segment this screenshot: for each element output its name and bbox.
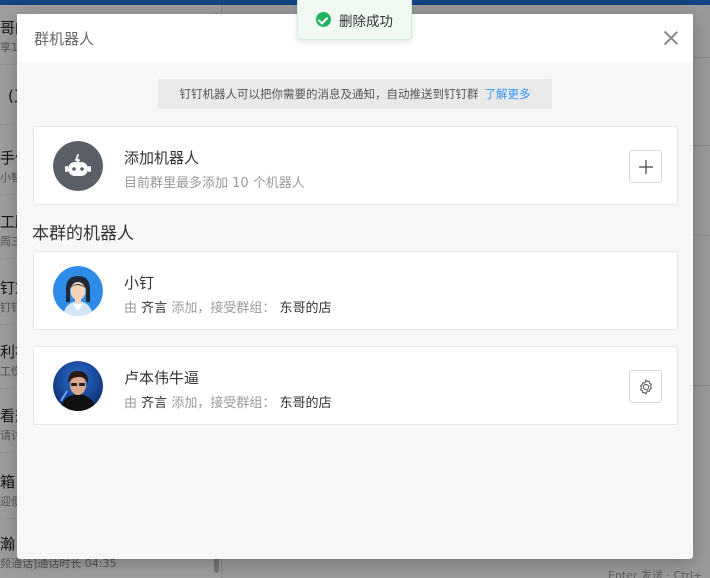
- toast-message: 删除成功: [339, 13, 393, 30]
- dialog-title: 群机器人: [34, 30, 95, 48]
- robot-name: 卢本伟牛逼: [124, 369, 200, 387]
- close-icon[interactable]: [661, 28, 681, 48]
- group-robot-dialog: 群机器人 钉钉机器人可以把你需要的消息及通知，自动推送到钉钉群 了解更多 添加机器…: [17, 14, 693, 559]
- robot-name: 小钉: [124, 274, 155, 292]
- robot-info: 由 齐言 添加，接受群组： 东哥的店: [124, 392, 331, 411]
- robot-by-label: 由: [124, 396, 138, 411]
- robot-settings-button[interactable]: [629, 370, 662, 403]
- add-robot-title: 添加机器人: [124, 149, 200, 167]
- robot-added-by: 齐言: [141, 301, 168, 316]
- robot-info: 由 齐言 添加，接受群组： 东哥的店: [124, 297, 331, 316]
- robot-group: 东哥的店: [279, 301, 332, 316]
- notice-text: 钉钉机器人可以把你需要的消息及通知，自动推送到钉钉群: [179, 87, 479, 101]
- section-title: 本群的机器人: [32, 224, 134, 244]
- robot-added-label: 添加，接受群组：: [171, 396, 276, 411]
- robot-card[interactable]: 小钉 由 齐言 添加，接受群组： 东哥的店: [33, 251, 678, 330]
- add-robot-card[interactable]: 添加机器人 目前群里最多添加 10 个机器人: [33, 126, 678, 205]
- robot-by-label: 由: [124, 301, 138, 316]
- add-robot-button[interactable]: [629, 150, 662, 183]
- robot-added-label: 添加，接受群组：: [171, 301, 276, 316]
- add-robot-limit: 目前群里最多添加 10 个机器人: [124, 176, 305, 191]
- learn-more-link[interactable]: 了解更多: [485, 87, 531, 101]
- gear-icon: [639, 378, 652, 395]
- robot-added-by: 齐言: [141, 396, 168, 411]
- robot-icon: [53, 141, 103, 191]
- check-circle-icon: [316, 12, 331, 27]
- robot-avatar: [53, 361, 103, 411]
- robot-notice: 钉钉机器人可以把你需要的消息及通知，自动推送到钉钉群 了解更多: [158, 79, 552, 109]
- robot-card[interactable]: 卢本伟牛逼 由 齐言 添加，接受群组： 东哥的店: [33, 346, 678, 425]
- plus-icon: [638, 159, 653, 174]
- robot-group: 东哥的店: [279, 396, 332, 411]
- robot-avatar: [53, 266, 103, 316]
- success-toast: 删除成功: [297, 0, 412, 40]
